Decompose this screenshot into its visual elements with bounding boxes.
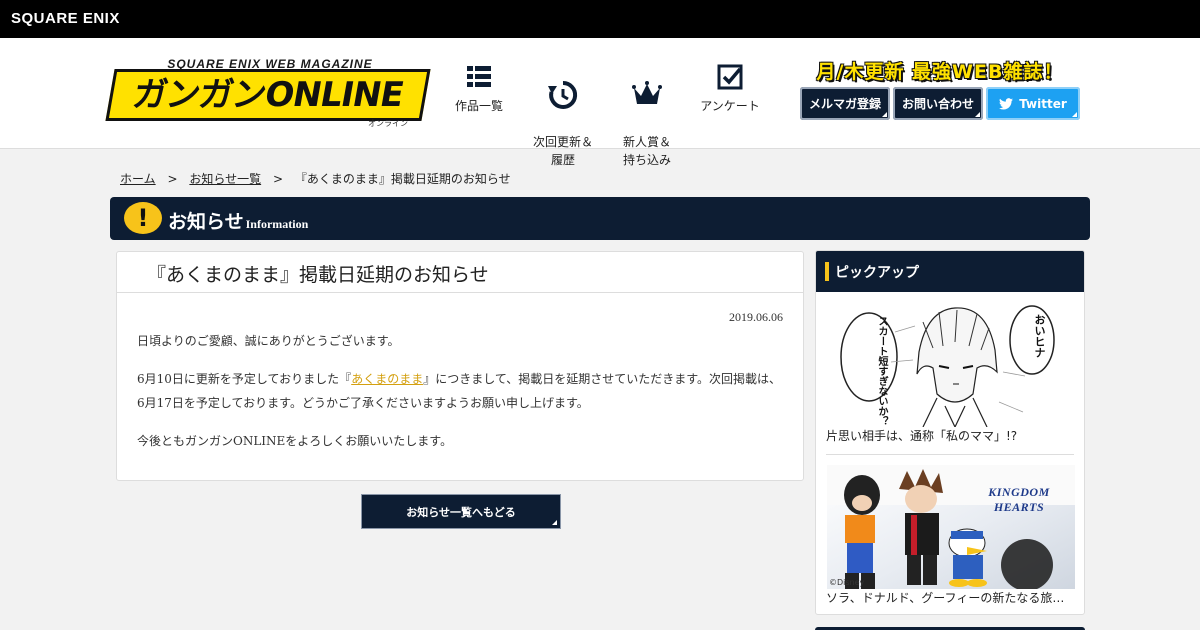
section-title: お知らせ Information: [168, 207, 308, 234]
mailmag-button[interactable]: メルマガ登録: [800, 87, 890, 120]
checkbox-icon: [717, 64, 743, 90]
contact-button[interactable]: お問い合わせ: [893, 87, 983, 120]
article-body: 日頃よりのご愛顧、誠にありがとうございます。 6月10日に更新を予定しておりまし…: [137, 329, 787, 467]
accent-bar: [825, 262, 829, 281]
back-to-news-list-button[interactable]: お知らせ一覧へもどる: [361, 494, 561, 529]
series-link[interactable]: あくまのまま: [351, 372, 423, 386]
nav-label: 作品一覧: [454, 99, 503, 113]
nav-label: 新人賞＆ 持ち込み: [622, 135, 671, 167]
breadcrumb: ホーム > お知らせ一覧 > 『あくまのまま』掲載日延期のお知らせ: [120, 170, 511, 187]
news-article: 『あくまのまま』掲載日延期のお知らせ 2019.06.06 日頃よりのご愛顧、誠…: [116, 251, 804, 481]
divider: [117, 292, 803, 293]
kingdom-hearts-illustration: [827, 465, 1075, 589]
article-paragraph: 今後ともガンガンONLINEをよろしくお願いいたします。: [137, 434, 453, 448]
breadcrumb-separator: >: [167, 172, 178, 186]
tagline: 月/木更新 最強WEB雑誌！: [816, 61, 1064, 83]
copyright-text: ©Disney: [829, 578, 865, 587]
square-enix-logo[interactable]: SQUARE ENIX: [11, 10, 120, 27]
top-bar: SQUARE ENIX: [0, 0, 1200, 38]
logo-ruby: オンライン: [368, 119, 408, 128]
article-date: 2019.06.06: [729, 310, 783, 324]
breadcrumb-current: 『あくまのまま』掲載日延期のお知らせ: [294, 172, 511, 186]
breadcrumb-news-list[interactable]: お知らせ一覧: [189, 172, 261, 186]
twitter-bird-icon: [999, 97, 1014, 109]
pickup-title: ピックアップ: [835, 265, 919, 281]
site-header: SQUARE ENIX WEB MAGAZINE ガンガンONLINE オンライ…: [0, 38, 1200, 167]
pickup-panel: ピックアップ スカート短すぎないか？ おいヒナ 片思い相手は、通称「私のママ」!…: [815, 250, 1085, 615]
kingdom-hearts-logo: KINGDOM HEARTS: [988, 485, 1050, 514]
exclamation-icon: !: [124, 202, 162, 234]
article-title: 『あくまのまま』掲載日延期のお知らせ: [147, 264, 489, 286]
pickup-caption[interactable]: ソラ、ドナルド、グーフィーの新たなる旅…: [826, 589, 1076, 606]
divider: [826, 454, 1074, 455]
pickup-caption[interactable]: 片思い相手は、通称「私のママ」!?: [826, 427, 1076, 444]
nav-label: 次回更新＆ 履歴: [532, 135, 593, 167]
gangan-online-logo[interactable]: SQUARE ENIX WEB MAGAZINE ガンガンONLINE オンライ…: [105, 57, 431, 128]
pickup-image-kingdom-hearts[interactable]: KINGDOM HEARTS ©Disney: [827, 465, 1075, 589]
crown-icon: [632, 81, 662, 104]
paragraph-text: 6月10日に更新を予定しておりました『: [137, 372, 352, 386]
twitter-label: Twitter: [1019, 96, 1067, 111]
article-paragraph: 日頃よりのご愛顧、誠にありがとうございます。: [137, 334, 400, 348]
pickup-header: ピックアップ: [816, 251, 1084, 292]
nav-survey[interactable]: アンケート: [690, 62, 770, 115]
section-header: ! お知らせ Information: [110, 197, 1090, 240]
pickup-image-akuma-no-mama[interactable]: スカート短すぎないか？ おいヒナ: [827, 302, 1075, 427]
breadcrumb-separator: >: [272, 172, 284, 186]
speech-bubble-left: スカート短すぎないか？: [876, 316, 887, 426]
twitter-button[interactable]: Twitter: [986, 87, 1080, 120]
section-title-ja: お知らせ: [168, 211, 244, 233]
nav-next-update[interactable]: 次回更新＆ 履歴: [523, 62, 603, 169]
refresh-clock-icon: [548, 80, 578, 109]
breadcrumb-home[interactable]: ホーム: [120, 172, 156, 186]
nav-newcomer-award[interactable]: 新人賞＆ 持ち込み: [607, 62, 687, 169]
speech-bubble-right: おいヒナ: [1033, 314, 1046, 358]
nav-works-list[interactable]: 作品一覧: [439, 62, 519, 115]
nav-label: アンケート: [700, 99, 760, 113]
logo-wordmark: ガンガンONLINE: [105, 69, 431, 121]
section-title-en: Information: [245, 217, 309, 231]
grid-list-icon: [467, 66, 491, 87]
article-paragraph: 6月10日に更新を予定しておりました『あくまのまま』につきまして、掲載日を延期さ…: [137, 367, 787, 415]
